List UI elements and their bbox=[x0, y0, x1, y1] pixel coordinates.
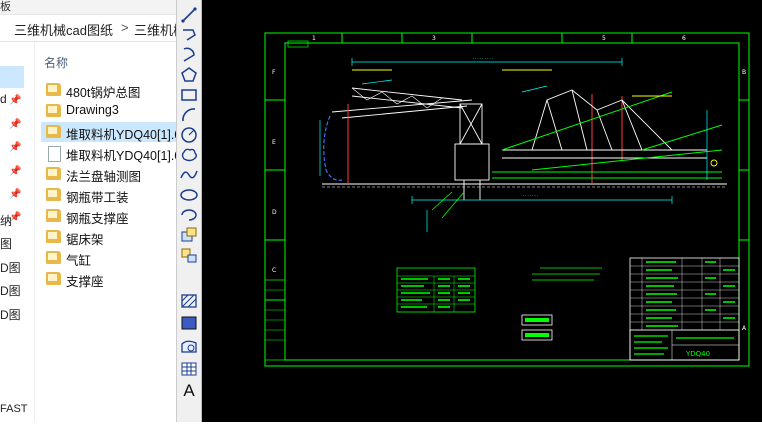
file-name: Drawing3 bbox=[66, 103, 119, 117]
file-row[interactable]: 气缸 bbox=[41, 248, 176, 268]
rect-icon[interactable] bbox=[179, 86, 199, 104]
file-list: 名称 480t锅炉总图 Drawing3 堆取料机YDQ40[1].0 堆取料机… bbox=[38, 42, 176, 422]
rectangle-icon[interactable] bbox=[179, 46, 199, 64]
file-row[interactable]: 钢瓶支撑座 bbox=[41, 206, 176, 226]
pin-icon: 📌 bbox=[9, 95, 22, 106]
file-name: 钢瓶支撑座 bbox=[66, 212, 129, 226]
nav-item[interactable]: D图 bbox=[0, 282, 21, 299]
svg-text:·········: ········· bbox=[472, 56, 494, 61]
nav-footer[interactable]: FAST bbox=[0, 403, 28, 415]
region-icon[interactable] bbox=[179, 338, 199, 356]
border-letter: A bbox=[742, 325, 747, 332]
file-name: 支撑座 bbox=[66, 275, 104, 289]
ellipse-arc-icon[interactable] bbox=[179, 206, 199, 224]
yellow-details bbox=[352, 69, 718, 167]
file-row[interactable]: Drawing3 bbox=[41, 101, 176, 121]
file-icon bbox=[48, 146, 61, 162]
spline-icon[interactable] bbox=[179, 166, 199, 184]
border-number: 6 bbox=[682, 35, 686, 42]
file-name: 480t锅炉总图 bbox=[66, 86, 141, 100]
folder-icon bbox=[46, 104, 61, 117]
draw-toolbar: A bbox=[176, 0, 202, 422]
inner-frame bbox=[284, 42, 740, 361]
border-letter: B bbox=[742, 69, 746, 76]
revcloud-icon[interactable] bbox=[179, 146, 199, 164]
border-number: 3 bbox=[432, 35, 436, 42]
polygon-icon[interactable] bbox=[179, 66, 199, 84]
nav-item[interactable]: 图 bbox=[0, 235, 12, 252]
zone-ticks bbox=[265, 33, 749, 301]
file-explorer-window: 板 三维机械cad图纸 > 三维机械 d 📌 📌 📌 📌 📌 纳 📌 图 D图 … bbox=[0, 0, 176, 422]
file-name: 气缸 bbox=[66, 254, 92, 268]
outer-frame bbox=[264, 32, 750, 367]
title-block: YDQ40 bbox=[629, 257, 740, 361]
folder-icon bbox=[46, 209, 61, 222]
spec-table bbox=[396, 267, 476, 313]
file-name: 钢瓶带工装 bbox=[66, 191, 129, 205]
file-name: 锯床架 bbox=[66, 233, 104, 247]
file-name: 堆取料机YDQ40[1].0 bbox=[66, 128, 176, 142]
nav-item[interactable]: d bbox=[0, 92, 7, 106]
pin-icon: 📌 bbox=[9, 189, 22, 200]
gradient-icon[interactable] bbox=[179, 314, 199, 332]
text-icon[interactable]: A bbox=[179, 382, 199, 400]
folder-icon bbox=[46, 272, 61, 285]
cad-drawing-canvas[interactable]: F E D C B A 1 3 5 6 ········· ······· YD… bbox=[202, 0, 762, 422]
folder-icon bbox=[46, 251, 61, 264]
border-number: 5 bbox=[602, 35, 606, 42]
border-number: 1 bbox=[312, 35, 316, 42]
arc-icon[interactable] bbox=[179, 106, 199, 124]
tech-notes bbox=[532, 267, 602, 281]
hatch-icon[interactable] bbox=[179, 292, 199, 310]
file-row-selected[interactable]: 堆取料机YDQ40[1].0 bbox=[41, 122, 176, 142]
tower bbox=[454, 103, 490, 200]
table-icon[interactable] bbox=[179, 360, 199, 378]
folder-icon bbox=[46, 83, 61, 96]
file-name: 堆取料机YDQ40[1].0 bbox=[66, 149, 176, 163]
nav-item[interactable]: D图 bbox=[0, 306, 21, 323]
folder-icon bbox=[46, 188, 61, 201]
cad-drawing: F E D C B A 1 3 5 6 ········· ······· YD… bbox=[264, 32, 750, 367]
ellipse-icon[interactable] bbox=[179, 186, 199, 204]
file-row[interactable]: 堆取料机YDQ40[1].0 bbox=[41, 143, 176, 163]
folder-icon bbox=[46, 125, 61, 138]
file-row[interactable]: 钢瓶带工装 bbox=[41, 185, 176, 205]
circle-icon[interactable] bbox=[179, 126, 199, 144]
border-letter: F bbox=[272, 69, 276, 76]
breadcrumb-segment-2[interactable]: 三维机械 bbox=[134, 20, 176, 39]
pin-icon: 📌 bbox=[9, 166, 22, 177]
dimension-lines bbox=[319, 58, 708, 232]
title-block-code: YDQ40 bbox=[685, 350, 710, 358]
polyline-icon[interactable] bbox=[179, 26, 199, 44]
make-block-icon[interactable] bbox=[179, 246, 199, 264]
pin-icon: 📌 bbox=[9, 119, 22, 130]
file-row[interactable]: 480t锅炉总图 bbox=[41, 80, 176, 100]
line-icon[interactable] bbox=[179, 6, 199, 24]
file-row[interactable]: 支撑座 bbox=[41, 269, 176, 289]
breadcrumb-separator[interactable]: > bbox=[121, 20, 129, 35]
nav-item[interactable]: D图 bbox=[0, 259, 21, 276]
navigation-pane: d 📌 📌 📌 📌 📌 纳 📌 图 D图 D图 D图 FAST bbox=[0, 42, 35, 422]
ribbon-strip: 板 bbox=[0, 0, 176, 15]
folder-icon bbox=[46, 167, 61, 180]
svg-text:·······: ······· bbox=[522, 193, 539, 198]
file-name: 法兰盘轴测图 bbox=[66, 170, 142, 184]
left-boom bbox=[331, 87, 473, 119]
file-row[interactable]: 法兰盘轴测图 bbox=[41, 164, 176, 184]
right-truss bbox=[502, 89, 707, 159]
border-letter: C bbox=[272, 267, 276, 274]
border-letter: D bbox=[272, 209, 277, 216]
border-letter: E bbox=[272, 139, 276, 146]
breadcrumb-segment-1[interactable]: 三维机械cad图纸 bbox=[14, 20, 113, 39]
column-header-name[interactable]: 名称 bbox=[44, 54, 68, 71]
pin-icon: 📌 bbox=[9, 142, 22, 153]
ribbon-fragment: 板 bbox=[0, 1, 11, 13]
nav-selected-highlight bbox=[0, 66, 24, 88]
file-row[interactable]: 锯床架 bbox=[41, 227, 176, 247]
address-bar[interactable]: 三维机械cad图纸 > 三维机械 bbox=[0, 15, 176, 42]
insert-block-icon[interactable] bbox=[179, 226, 199, 244]
pin-icon: 📌 bbox=[9, 212, 22, 223]
folder-icon bbox=[46, 230, 61, 243]
